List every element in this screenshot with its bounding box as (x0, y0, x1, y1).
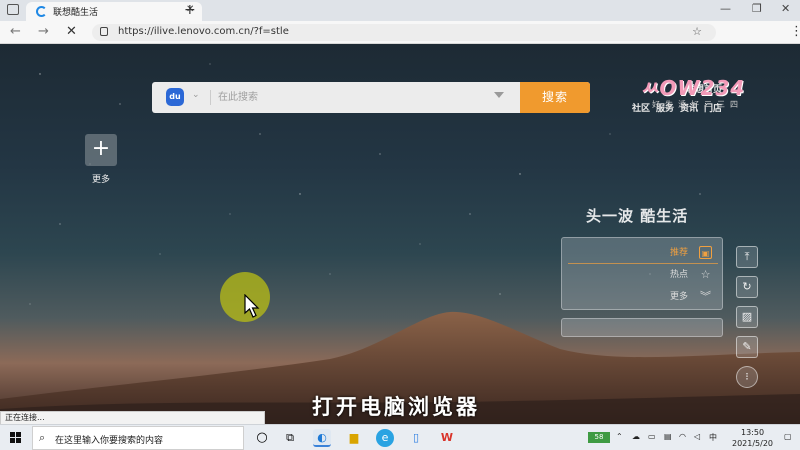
double-chevron-down-icon: ︾ (700, 290, 711, 303)
watermark-logo: ㅆOW234 (640, 76, 746, 100)
url-text[interactable]: https://ilive.lenovo.com.cn/?f=stle (118, 26, 289, 37)
mouse-pointer-icon (244, 294, 260, 318)
back-icon[interactable]: ← (10, 24, 21, 39)
search-icon: ⌕ (39, 431, 46, 444)
watermark: ㅆOW234 好生活好二三四 (640, 72, 778, 114)
star-icon: ☆ (700, 268, 711, 281)
maximize-icon[interactable]: ❐ (752, 2, 762, 15)
feed-tab-label: 热点 (669, 270, 688, 280)
tab-actions-icon[interactable] (7, 4, 19, 15)
network-icon[interactable]: ▤ (664, 432, 672, 441)
page-content: du ⌄ 搜索 联想首页 社区 服务 资讯 门店 + 更多 头一波 酷生活 推荐… (0, 44, 800, 424)
arrow-up-bar-icon: ⤒ (744, 250, 750, 263)
battery-indicator[interactable]: 58 (588, 432, 610, 443)
video-subtitle: 打开电脑浏览器 (312, 395, 480, 419)
feed-tab-recommended[interactable]: 推荐 ▣ (568, 242, 718, 264)
settings-button[interactable]: ⁝ (736, 366, 758, 388)
loading-favicon-icon (36, 6, 47, 17)
watermark-tagline: 好生活好二三四 (652, 100, 743, 109)
clock-date: 2021/5/20 (732, 439, 774, 448)
edit-icon: ✎ (742, 340, 752, 353)
feed-tab-more[interactable]: 更多 ︾ (568, 286, 718, 308)
taskbar-search-text: 在这里输入你要搜索的内容 (55, 436, 164, 446)
minimize-icon[interactable]: — (720, 2, 731, 15)
notification-icon[interactable]: ▢ (784, 432, 792, 441)
tablet-app-icon[interactable]: ▯ (407, 429, 425, 447)
feed-panel: 推荐 ▣ 热点 ☆ 更多 ︾ (561, 237, 723, 310)
feed-tab-hot[interactable]: 热点 ☆ (568, 264, 718, 286)
close-window-icon[interactable]: ✕ (781, 2, 790, 15)
more-menu-icon[interactable]: ⋮ (790, 24, 800, 39)
forward-icon[interactable]: → (38, 24, 49, 39)
status-bar: 正在连接... (0, 411, 265, 424)
menu-dots-icon: ⁝ (745, 370, 749, 383)
baidu-paw-icon[interactable]: du (166, 88, 184, 106)
wifi-icon[interactable]: ◠ (679, 432, 686, 441)
search-input[interactable] (218, 88, 488, 107)
windows-taskbar: ⌕ 在这里输入你要搜索的内容 ○ ⧉ ◐ ▆ e ▯ W 58 ⌃ ☁ ▭ ▤ … (0, 424, 800, 450)
task-view-icon[interactable]: ⧉ (281, 429, 299, 447)
clock-time: 13:50 (740, 428, 765, 437)
onedrive-icon[interactable]: ☁ (632, 432, 640, 441)
ime-indicator[interactable]: 中 (709, 432, 717, 443)
wallpaper-button[interactable]: ▨ (736, 306, 758, 328)
refresh-icon: ↻ (742, 280, 752, 293)
search-divider (210, 90, 211, 105)
plus-icon: + (91, 136, 111, 161)
clock[interactable]: 13:50 2021/5/20 (732, 427, 773, 449)
cortana-icon[interactable]: ○ (253, 429, 271, 447)
calendar-icon: ▣ (699, 246, 712, 259)
file-explorer-icon[interactable]: ▆ (345, 429, 363, 447)
tab-strip: 联想酷生活 ✕ + — ❐ ✕ (0, 0, 800, 21)
wps-office-icon[interactable]: W (438, 429, 456, 447)
favorite-star-icon[interactable]: ☆ (692, 25, 702, 38)
feed-tab-label: 推荐 (669, 248, 688, 258)
stop-loading-icon[interactable]: ✕ (66, 24, 77, 39)
browser-app-icon[interactable]: e (376, 429, 394, 447)
feed-panel-footer (561, 318, 723, 337)
history-dropdown-icon[interactable] (494, 92, 504, 98)
new-tab-button[interactable]: + (184, 2, 196, 18)
back-to-top-button[interactable]: ⤒ (736, 246, 758, 268)
lock-icon (100, 27, 108, 36)
add-shortcut-button[interactable]: + (85, 134, 117, 166)
image-icon: ▨ (741, 310, 753, 323)
windows-start-icon[interactable] (10, 432, 22, 444)
engine-label: du (169, 92, 181, 101)
refresh-button[interactable]: ↻ (736, 276, 758, 298)
browser-tab[interactable]: 联想酷生活 ✕ (26, 2, 202, 21)
slogan: 头一波 酷生活 (586, 207, 689, 225)
volume-icon[interactable]: ◁ (694, 432, 700, 441)
taskbar-search-box[interactable]: ⌕ 在这里输入你要搜索的内容 (32, 426, 244, 450)
browser-toolbar: ← → ✕ https://ilive.lenovo.com.cn/?f=stl… (0, 21, 800, 44)
edit-button[interactable]: ✎ (736, 336, 758, 358)
search-box: du ⌄ 搜索 (152, 82, 590, 113)
tray-overflow-icon[interactable]: ⌃ (616, 432, 623, 441)
search-button[interactable]: 搜索 (520, 82, 590, 113)
address-bar[interactable]: https://ilive.lenovo.com.cn/?f=stle ☆ (92, 24, 716, 41)
feed-tab-label: 更多 (669, 292, 688, 302)
edge-browser-icon[interactable]: ◐ (313, 429, 331, 447)
engine-chevron-down-icon[interactable]: ⌄ (192, 90, 200, 100)
battery-icon[interactable]: ▭ (648, 432, 656, 441)
tab-title: 联想酷生活 (53, 8, 99, 18)
add-shortcut-label: 更多 (92, 175, 111, 185)
